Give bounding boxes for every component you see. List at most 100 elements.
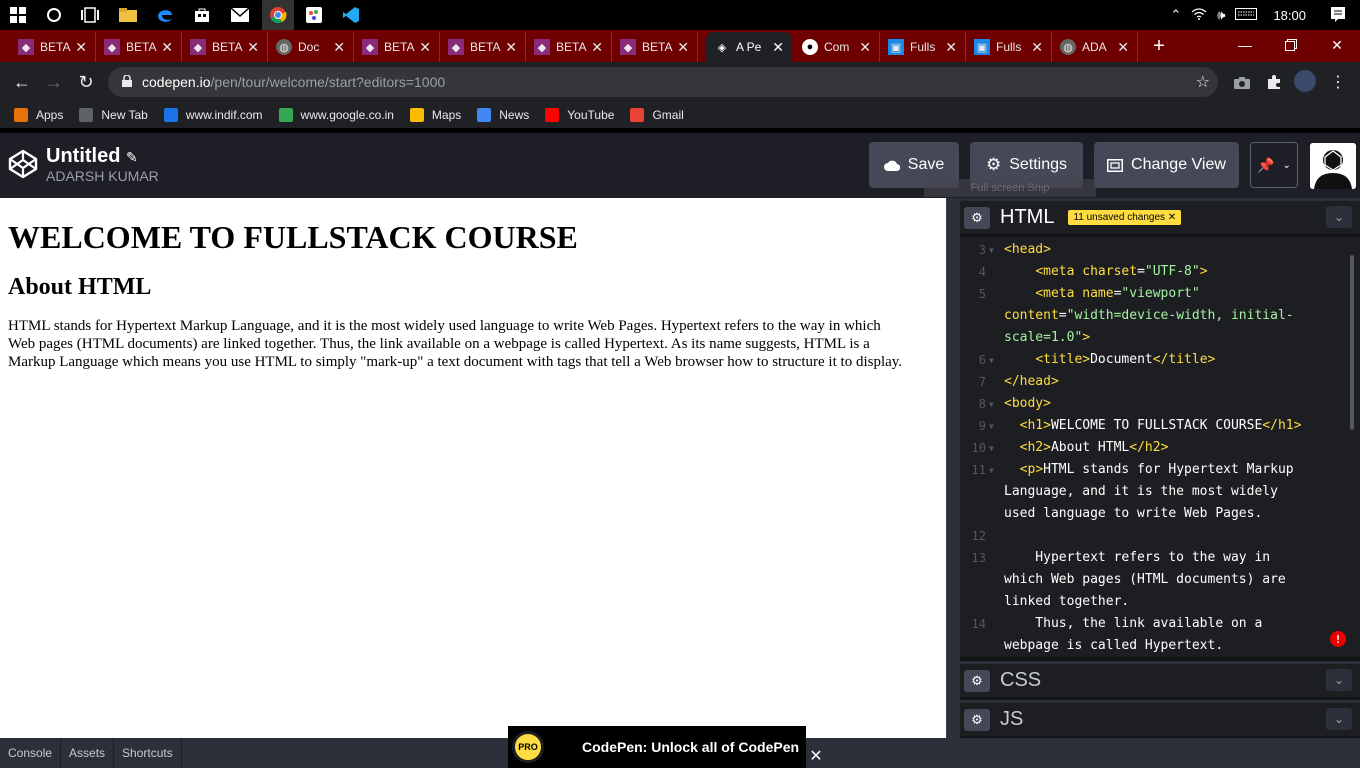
fold-arrow-icon[interactable]: ▼	[989, 444, 994, 453]
new-tab-button[interactable]: +	[1146, 32, 1172, 60]
pen-author[interactable]: ADARSH KUMAR	[46, 168, 159, 184]
paint-icon[interactable]	[299, 0, 329, 30]
windows-start-icon[interactable]	[3, 0, 33, 30]
close-tab-icon[interactable]: ✕	[75, 39, 87, 56]
profile-avatar[interactable]	[1294, 70, 1316, 92]
restore-button[interactable]	[1268, 30, 1314, 60]
bookmark-new-tab[interactable]: New Tab	[79, 108, 148, 122]
chrome-icon[interactable]	[262, 0, 294, 30]
mail-icon[interactable]	[225, 0, 255, 30]
js-editor-header[interactable]: ⚙ JS ⌄	[960, 700, 1360, 736]
fold-arrow-icon[interactable]: ▼	[989, 466, 994, 475]
minimize-button[interactable]: —	[1222, 30, 1268, 60]
camera-icon[interactable]	[1230, 70, 1254, 94]
js-settings-gear-icon[interactable]: ⚙	[964, 708, 990, 731]
cortana-icon[interactable]	[39, 0, 69, 30]
console-button[interactable]: Console	[0, 738, 62, 768]
css-settings-gear-icon[interactable]: ⚙	[964, 669, 990, 692]
close-tab-icon[interactable]: ✕	[772, 39, 784, 56]
forward-icon[interactable]: →	[42, 70, 66, 94]
notification-icon[interactable]	[1330, 6, 1346, 25]
bookmark-news[interactable]: News	[477, 108, 529, 122]
close-window-button[interactable]: ✕	[1314, 30, 1360, 60]
js-collapse-chevron-icon[interactable]: ⌄	[1326, 708, 1352, 730]
close-tab-icon[interactable]: ✕	[247, 39, 259, 56]
extensions-icon[interactable]	[1262, 70, 1286, 94]
fold-arrow-icon[interactable]: ▼	[989, 246, 994, 255]
edge-icon[interactable]	[150, 0, 180, 30]
close-tab-icon[interactable]: ✕	[161, 39, 173, 56]
bookmark-gmail[interactable]: Gmail	[630, 108, 684, 122]
pen-title[interactable]: Untitled ✎	[46, 145, 138, 168]
tab-4[interactable]: ◆ BETA ✕	[354, 32, 440, 62]
html-editor-header[interactable]: ⚙ HTML 11 unsaved changes ✕ ⌄	[960, 198, 1360, 234]
tab-12[interactable]: ◍ ADA ✕	[1052, 32, 1138, 62]
vscode-icon[interactable]	[336, 0, 366, 30]
fold-arrow-icon[interactable]: ▼	[989, 356, 994, 365]
close-tab-icon[interactable]: ✕	[333, 39, 345, 56]
close-tab-icon[interactable]: ✕	[1031, 39, 1043, 56]
bookmark-www-google-co-in[interactable]: www.google.co.in	[278, 108, 394, 122]
code-scrollbar[interactable]	[1350, 255, 1354, 430]
close-tab-icon[interactable]: ✕	[505, 39, 517, 56]
pencil-icon[interactable]: ✎	[126, 149, 138, 165]
pro-promo-banner[interactable]: PRO CodePen: Unlock all of CodePen	[508, 726, 806, 768]
change-view-button[interactable]: Change View	[1094, 142, 1239, 188]
error-icon[interactable]: !	[1330, 631, 1346, 647]
unsaved-changes-badge[interactable]: 11 unsaved changes ✕	[1068, 210, 1182, 225]
tab-10[interactable]: ▣ Fulls ✕	[880, 32, 966, 62]
tab-7[interactable]: ◆ BETA ✕	[612, 32, 698, 62]
close-tab-icon[interactable]: ✕	[859, 39, 871, 56]
tab-title: BETA	[642, 40, 673, 54]
close-tab-icon[interactable]: ✕	[1117, 39, 1129, 56]
fold-arrow-icon[interactable]: ▼	[989, 400, 994, 409]
codepen-logo-icon[interactable]	[8, 149, 38, 179]
menu-icon[interactable]: ⋮	[1326, 70, 1350, 94]
tab-2[interactable]: ◆ BETA ✕	[182, 32, 268, 62]
back-icon[interactable]: ←	[10, 70, 34, 94]
address-bar[interactable]: codepen.io/pen/tour/welcome/start?editor…	[108, 67, 1218, 97]
close-tab-icon[interactable]: ✕	[591, 39, 603, 56]
html-code-editor[interactable]: 3 ▼ <head> 4 <meta charset="UTF-8"> 5 <meta …	[960, 237, 1360, 657]
user-avatar[interactable]	[1310, 143, 1356, 189]
pin-dropdown-button[interactable]: 📌 ⌄	[1250, 142, 1298, 188]
css-editor-header[interactable]: ⚙ CSS ⌄	[960, 661, 1360, 697]
bookmark-apps[interactable]: Apps	[14, 108, 63, 122]
lock-icon[interactable]	[122, 74, 132, 90]
line-number: 6	[978, 353, 986, 367]
task-view-icon[interactable]	[75, 0, 105, 30]
tab-3[interactable]: ◍ Doc ✕	[268, 32, 354, 62]
tab-11[interactable]: ▣ Fulls ✕	[966, 32, 1052, 62]
shortcuts-button[interactable]: Shortcuts	[114, 738, 182, 768]
keyboard-icon[interactable]	[1235, 7, 1258, 23]
reload-icon[interactable]: ↻	[74, 70, 98, 94]
close-tab-icon[interactable]: ✕	[419, 39, 431, 56]
close-tab-icon[interactable]: ✕	[677, 39, 689, 56]
close-promo-icon[interactable]: ✕	[806, 746, 826, 766]
html-settings-gear-icon[interactable]: ⚙	[964, 206, 990, 229]
tab-6[interactable]: ◆ BETA ✕	[526, 32, 612, 62]
file-explorer-icon[interactable]	[113, 0, 143, 30]
tab-0[interactable]: ◆ BETA ✕	[10, 32, 96, 62]
bookmark-www-indif-com[interactable]: www.indif.com	[163, 108, 263, 122]
bookmark-maps[interactable]: Maps	[409, 108, 461, 122]
close-icon[interactable]: ✕	[1168, 212, 1176, 223]
clock-time[interactable]: 18:00	[1273, 8, 1306, 23]
network-icon[interactable]	[1191, 7, 1207, 23]
fold-arrow-icon[interactable]: ▼	[989, 422, 994, 431]
bookmark-youtube[interactable]: YouTube	[545, 108, 614, 122]
tab-8[interactable]: ◈ A Pe ✕	[706, 32, 792, 62]
bookmark-label: Gmail	[652, 108, 684, 122]
close-tab-icon[interactable]: ✕	[945, 39, 957, 56]
html-collapse-chevron-icon[interactable]: ⌄	[1326, 206, 1352, 228]
resize-gutter[interactable]	[946, 198, 960, 738]
assets-button[interactable]: Assets	[61, 738, 115, 768]
store-icon[interactable]	[187, 0, 217, 30]
volume-icon[interactable]: 🕪	[1217, 7, 1225, 23]
tab-5[interactable]: ◆ BETA ✕	[440, 32, 526, 62]
chevron-up-icon[interactable]: ⌃	[1170, 7, 1181, 23]
tab-9[interactable]: ● Com ✕	[794, 32, 880, 62]
tab-1[interactable]: ◆ BETA ✕	[96, 32, 182, 62]
css-collapse-chevron-icon[interactable]: ⌄	[1326, 669, 1352, 691]
bookmark-star-icon[interactable]: ☆	[1196, 72, 1210, 92]
